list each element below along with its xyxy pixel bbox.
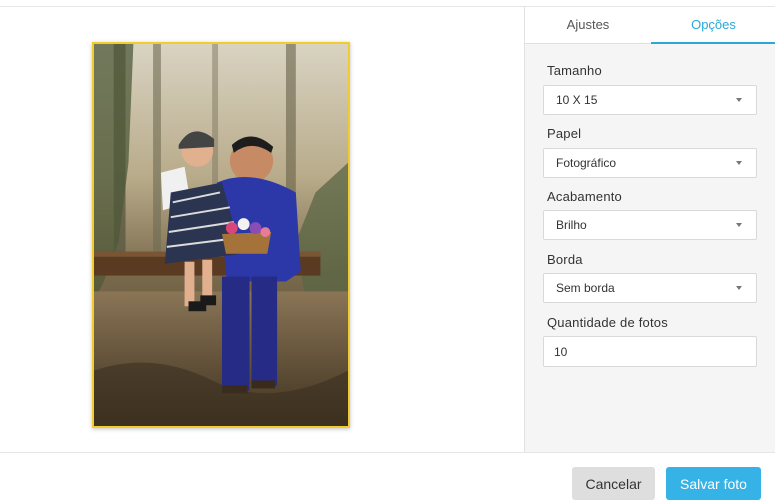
- size-label: Tamanho: [547, 63, 602, 78]
- border-select[interactable]: Sem borda: [543, 273, 757, 303]
- finish-label: Acabamento: [547, 189, 622, 204]
- photo-preview: [92, 42, 350, 428]
- size-select-value: 10 X 15: [556, 93, 598, 107]
- footer-divider: [0, 452, 775, 453]
- paper-select[interactable]: Fotográfico: [543, 148, 757, 178]
- paper-select-value: Fotográfico: [556, 156, 617, 170]
- options-panel: Ajustes Opções Tamanho 10 X 15 Papel Fot…: [524, 7, 775, 452]
- quantity-label: Quantidade de fotos: [547, 315, 668, 330]
- caret-down-icon: [736, 286, 742, 290]
- size-select[interactable]: 10 X 15: [543, 85, 757, 115]
- photo-preview-area: [0, 7, 524, 452]
- finish-select-value: Brilho: [556, 218, 587, 232]
- caret-down-icon: [736, 161, 742, 165]
- caret-down-icon: [736, 98, 742, 102]
- paper-label: Papel: [547, 126, 582, 141]
- photo-image: [94, 44, 348, 426]
- border-label: Borda: [547, 252, 583, 267]
- border-select-value: Sem borda: [556, 281, 615, 295]
- finish-select[interactable]: Brilho: [543, 210, 757, 240]
- tab-opcoes[interactable]: Opções: [651, 7, 775, 44]
- panel-tabs: Ajustes Opções: [525, 7, 775, 44]
- quantity-input[interactable]: [543, 336, 757, 367]
- tab-ajustes[interactable]: Ajustes: [525, 7, 651, 43]
- save-photo-button[interactable]: Salvar foto: [666, 467, 761, 500]
- caret-down-icon: [736, 223, 742, 227]
- cancel-button[interactable]: Cancelar: [572, 467, 655, 500]
